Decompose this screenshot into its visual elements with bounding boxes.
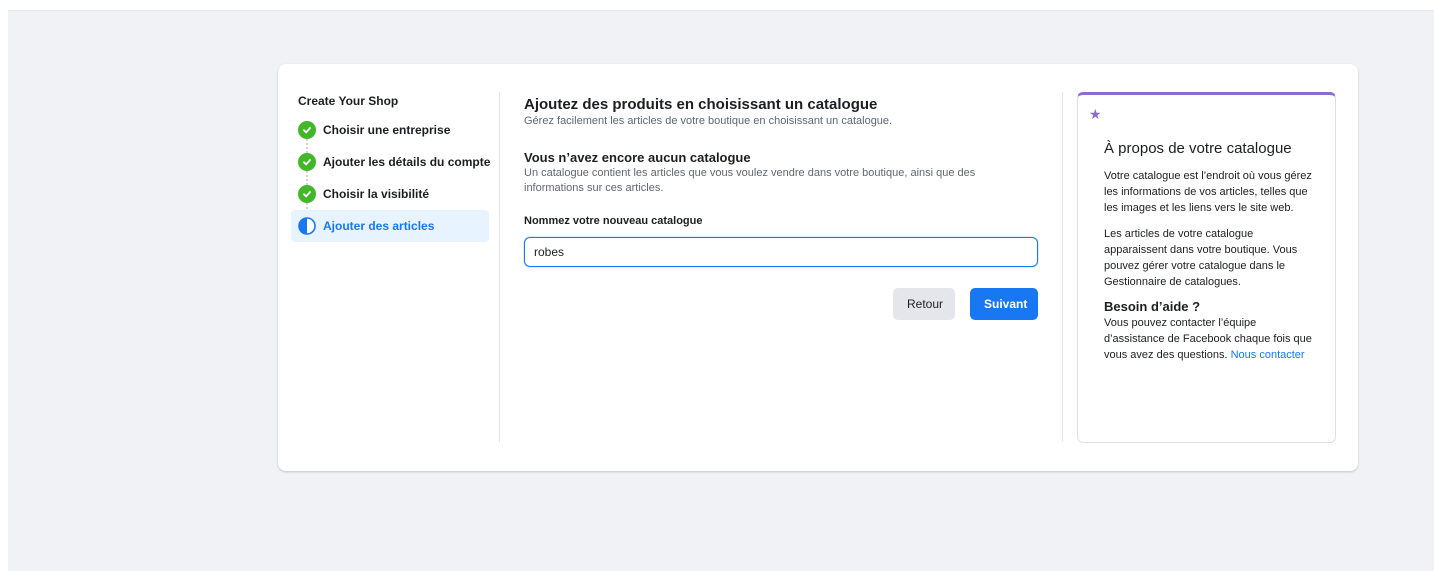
contact-us-link[interactable]: Nous contacter	[1231, 349, 1305, 361]
star-icon: ★	[1089, 106, 1102, 122]
main-content: Ajoutez des produits en choisissant un c…	[524, 95, 1038, 320]
next-button[interactable]: Suivant	[970, 288, 1038, 320]
form-actions: Retour Suivant	[893, 288, 1038, 320]
info-body: À propos de votre catalogue Votre catalo…	[1104, 139, 1319, 363]
stepper-title: Create Your Shop	[298, 94, 399, 108]
page-background: Create Your Shop Choisir une entreprise …	[8, 10, 1434, 571]
check-circle-icon	[298, 153, 316, 171]
divider	[1062, 92, 1063, 442]
back-button[interactable]: Retour	[893, 288, 955, 320]
catalog-info-panel: ★ À propos de votre catalogue Votre cata…	[1077, 92, 1336, 443]
step-account-details[interactable]: Ajouter les détails du compte	[291, 146, 491, 185]
step-visibility[interactable]: Choisir la visibilité	[291, 178, 489, 217]
step-add-articles[interactable]: Ajouter des articles	[291, 210, 489, 242]
half-circle-icon	[298, 217, 316, 235]
help-text: Vous pouvez contacter l’équipe d’assista…	[1104, 315, 1319, 363]
no-catalog-description: Un catalogue contient les articles que v…	[524, 167, 976, 194]
step-label: Ajouter les détails du compte	[323, 155, 491, 169]
catalog-name-input[interactable]	[524, 237, 1038, 267]
info-paragraph: Les articles de votre catalogue apparais…	[1104, 228, 1298, 288]
step-label: Choisir une entreprise	[323, 123, 451, 137]
step-label: Ajouter des articles	[323, 219, 435, 233]
setup-stepper: Create Your Shop Choisir une entreprise …	[291, 94, 491, 242]
divider	[499, 92, 500, 442]
catalog-name-label: Nommez votre nouveau catalogue	[524, 215, 703, 227]
help-title: Besoin d’aide ?	[1104, 299, 1201, 314]
page-subtitle: Gérez facilement les articles de votre b…	[524, 115, 893, 127]
check-circle-icon	[298, 121, 316, 139]
check-circle-icon	[298, 185, 316, 203]
info-paragraph: Votre catalogue est l’endroit où vous gé…	[1104, 170, 1312, 214]
page-title: Ajoutez des produits en choisissant un c…	[524, 96, 878, 113]
info-title: À propos de votre catalogue	[1104, 140, 1292, 157]
step-label: Choisir la visibilité	[323, 187, 430, 201]
step-choose-business[interactable]: Choisir une entreprise	[291, 114, 489, 153]
no-catalog-title: Vous n’avez encore aucun catalogue	[524, 150, 751, 165]
shop-setup-card: Create Your Shop Choisir une entreprise …	[278, 64, 1358, 471]
